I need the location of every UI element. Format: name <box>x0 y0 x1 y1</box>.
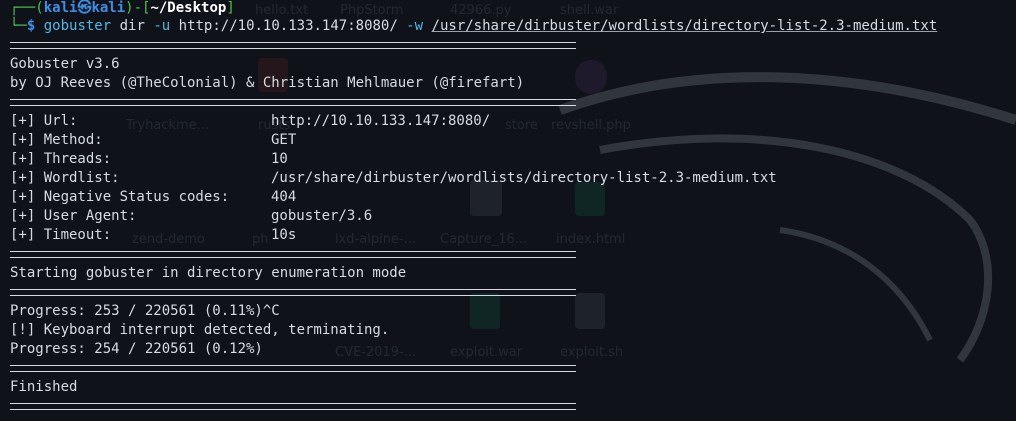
status-finished: Finished <box>10 379 78 395</box>
config-value: 10s <box>271 227 297 243</box>
prompt-path: ~/Desktop <box>150 0 227 16</box>
config-value: http://10.10.133.147:8080/ <box>271 113 491 129</box>
progress-line: Progress: 254 / 220561 (0.12%) <box>10 341 263 357</box>
config-row: [+] Negative Status codes: 404 <box>10 188 296 207</box>
prompt-user: kali <box>43 0 78 16</box>
config-key: [+] Wordlist: <box>10 170 120 186</box>
command-url-flag: -u <box>153 18 171 34</box>
divider <box>10 289 576 296</box>
command-program: gobuster <box>43 18 112 34</box>
banner-authors: by OJ Reeves (@TheColonial) & Christian … <box>10 75 525 91</box>
prompt-corner-bottom: └─ <box>10 18 27 34</box>
command-wordlist-flag: -w <box>406 18 424 34</box>
divider <box>10 99 576 106</box>
interrupt-message: [!] Keyboard interrupt detected, termina… <box>10 322 390 338</box>
config-key: [+] User Agent: <box>10 208 137 224</box>
status-starting: Starting gobuster in directory enumerati… <box>10 265 407 281</box>
command-line: └─$ gobuster dir -u http://10.10.133.147… <box>10 17 937 36</box>
divider <box>10 365 576 372</box>
config-key: [+] Threads: <box>10 151 112 167</box>
terminal-output[interactable]: ┌──(kali㉿kali)-[~/Desktop] └─$ gobuster … <box>0 0 1016 421</box>
config-key: [+] Method: <box>10 132 103 148</box>
command-subcommand: dir <box>119 18 145 34</box>
shell-prompt-header: ┌──(kali㉿kali)-[~/Desktop] <box>10 0 235 18</box>
progress-line: Progress: 253 / 220561 (0.11%)^C <box>10 303 280 319</box>
divider <box>10 403 576 410</box>
config-value: 10 <box>271 151 288 167</box>
config-row: [+] Method: GET <box>10 131 296 150</box>
divider <box>10 42 576 49</box>
config-key: [+] Url: <box>10 113 78 129</box>
prompt-bracket-end: ] <box>226 0 235 16</box>
config-row: [+] Url: http://10.10.133.147:8080/ <box>10 112 490 131</box>
config-key: [+] Timeout: <box>10 227 112 243</box>
config-row: [+] User Agent: gobuster/3.6 <box>10 207 372 226</box>
config-value: /usr/share/dirbuster/wordlists/directory… <box>271 170 777 186</box>
config-row: [+] Timeout: 10s <box>10 226 296 245</box>
config-value: 404 <box>271 189 297 205</box>
command-wordlist-path: /usr/share/dirbuster/wordlists/directory… <box>431 18 938 34</box>
config-row: [+] Threads: 10 <box>10 150 288 169</box>
prompt-corner: ┌──( <box>10 0 44 16</box>
config-value: gobuster/3.6 <box>271 208 373 224</box>
banner-version: Gobuster v3.6 <box>10 56 120 72</box>
prompt-host: kali <box>91 0 126 16</box>
command-url: http://10.10.133.147:8080/ <box>178 18 398 34</box>
config-row: [+] Wordlist: /usr/share/dirbuster/wordli… <box>10 169 777 188</box>
divider <box>10 251 576 258</box>
prompt-at-symbol: ㉿ <box>77 0 92 16</box>
prompt-dollar: $ <box>26 18 36 34</box>
config-value: GET <box>271 132 297 148</box>
prompt-bracket: )-[ <box>125 0 151 16</box>
config-key: [+] Negative Status codes: <box>10 189 230 205</box>
